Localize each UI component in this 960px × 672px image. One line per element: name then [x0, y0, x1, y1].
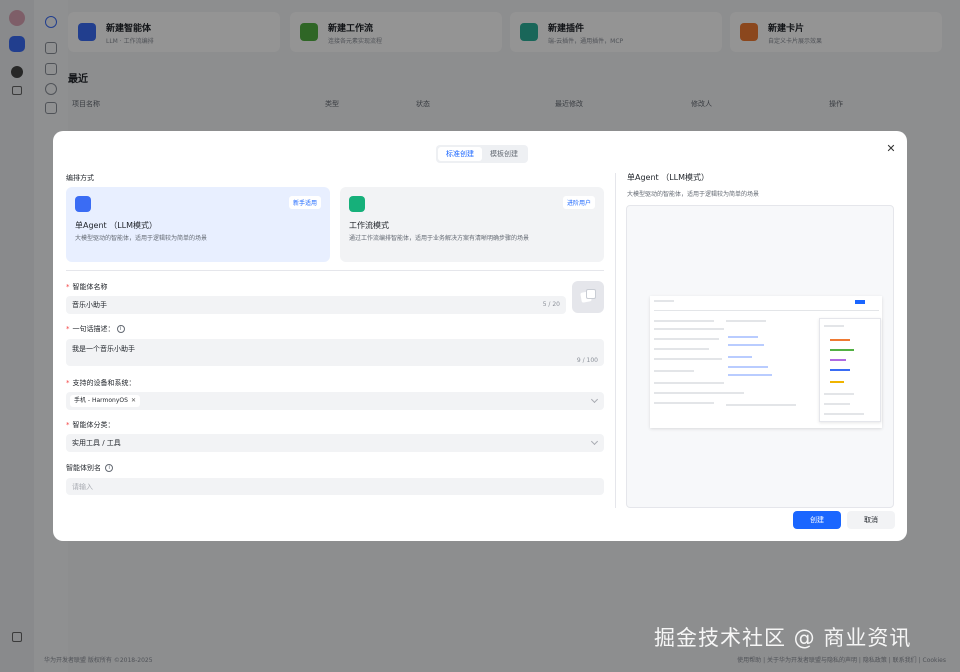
mode-card-single-agent[interactable]: 新手适用 单Agent （LLM模式） 大模型驱动的智能体，适用于逻辑较为简单的… [66, 187, 330, 262]
divider [66, 270, 604, 271]
name-input[interactable]: 音乐小助手 5 / 20 [66, 296, 566, 314]
category-value: 实用工具 / 工具 [72, 439, 121, 447]
mode-title: 单Agent （LLM模式） [75, 221, 158, 230]
create-button[interactable]: 创建 [793, 511, 841, 529]
devices-select[interactable]: 手机 - HarmonyOS ✕ [66, 392, 604, 410]
mode-desc: 通过工作流编排智能体，适用于业务解决方案有清晰明确步骤的场景 [349, 235, 530, 242]
avatar-upload-button[interactable] [572, 281, 604, 313]
chevron-down-icon [590, 437, 599, 446]
mode-section-label: 编排方式 [66, 174, 94, 182]
intro-label: * 一句话描述： i [66, 324, 125, 334]
preview-panel [819, 318, 881, 422]
preview-image [626, 205, 894, 508]
alias-placeholder: 请输入 [72, 483, 93, 491]
alias-label: 智能体别名 i [66, 463, 114, 473]
close-icon[interactable]: ✕ [885, 143, 897, 155]
device-chip: 手机 - HarmonyOS ✕ [70, 395, 140, 407]
info-icon[interactable]: i [116, 325, 125, 333]
alias-input[interactable]: 请输入 [66, 478, 604, 495]
preview-desc: 大模型驱动的智能体，适用于逻辑较为简单的场景 [627, 191, 760, 198]
workflow-icon [349, 196, 365, 212]
name-label: * 智能体名称 [66, 283, 108, 291]
info-icon[interactable]: i [105, 464, 114, 472]
mode-desc: 大模型驱动的智能体，适用于逻辑较为简单的场景 [75, 235, 208, 242]
chevron-down-icon [590, 395, 599, 404]
category-select[interactable]: 实用工具 / 工具 [66, 434, 604, 452]
mode-card-workflow[interactable]: 进阶用户 工作流模式 通过工作流编排智能体，适用于业务解决方案有清晰明确步骤的场… [340, 187, 604, 262]
mode-tag: 进阶用户 [562, 196, 595, 209]
tab-template-create[interactable]: 模板创建 [482, 147, 526, 161]
name-count: 5 / 20 [542, 301, 560, 308]
mode-title: 工作流模式 [349, 221, 389, 230]
intro-textarea[interactable]: 我是一个音乐小助手 9 / 100 [66, 339, 604, 366]
create-mode-tabs: 标准创建 模板创建 [436, 145, 528, 163]
image-icon [586, 289, 596, 299]
intro-count: 9 / 100 [576, 357, 598, 364]
close-icon[interactable]: ✕ [131, 397, 136, 404]
robot-icon [75, 196, 91, 212]
create-agent-dialog: 标准创建 模板创建 ✕ 编排方式 新手适用 单Agent （LLM模式） 大模型… [53, 131, 907, 541]
devices-label: * 支持的设备和系统： [66, 379, 136, 387]
tab-standard-create[interactable]: 标准创建 [438, 147, 482, 161]
cancel-button[interactable]: 取消 [847, 511, 895, 529]
mode-tag: 新手适用 [288, 196, 321, 209]
intro-value: 我是一个音乐小助手 [72, 345, 135, 353]
category-label: * 智能体分类： [66, 421, 115, 429]
watermark: 掘金技术社区 @ 商业资讯 [654, 626, 912, 650]
preview-screenshot [650, 296, 882, 428]
divider [615, 173, 616, 508]
preview-title: 单Agent （LLM模式） [627, 173, 710, 182]
name-value: 音乐小助手 [72, 301, 107, 309]
